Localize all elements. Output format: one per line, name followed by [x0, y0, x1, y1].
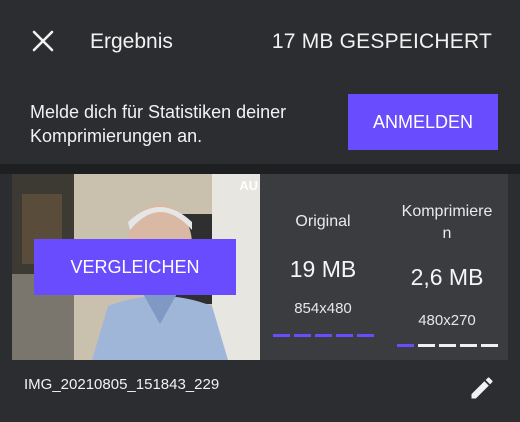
progress-dash [459, 344, 477, 347]
progress-dash [314, 334, 332, 337]
saved-amount: 17 MB GESPEICHERT [271, 30, 492, 53]
compressed-size: 2,6 MB [410, 264, 484, 290]
compressed-label-line2: n [442, 225, 452, 242]
progress-dash [438, 344, 456, 347]
page-title: Ergebnis [90, 30, 173, 53]
original-resolution: 854x480 [294, 300, 352, 317]
close-button[interactable] [30, 28, 56, 54]
progress-dash [335, 334, 353, 337]
compressed-label-line1: Komprimiere [401, 203, 493, 220]
original-label: Original [295, 213, 351, 230]
result-card: AU VERGLEICHEN Original 19 MB 854x480 Ko… [12, 174, 508, 360]
login-button[interactable]: ANMELDEN [348, 94, 498, 150]
divider [0, 164, 520, 174]
progress-dash [272, 334, 290, 337]
video-thumbnail[interactable]: AU VERGLEICHEN [12, 174, 260, 360]
progress-dash [356, 334, 374, 337]
compressed-progress [386, 344, 508, 348]
progress-dash [396, 344, 414, 347]
edit-button[interactable] [468, 374, 496, 402]
close-icon [32, 30, 54, 52]
thumbnail-corner-text: AU [239, 178, 258, 193]
original-progress [260, 334, 386, 338]
progress-dash [480, 344, 498, 347]
pencil-icon [471, 377, 493, 399]
compare-button[interactable]: VERGLEICHEN [34, 239, 236, 295]
original-stats: Original 19 MB 854x480 [260, 174, 386, 360]
signin-banner: Melde dich für Statistiken deiner Kompri… [0, 84, 520, 164]
compressed-stats: Komprimiere n 2,6 MB 480x270 [386, 174, 508, 360]
original-size: 19 MB [289, 256, 357, 282]
compressed-resolution: 480x270 [418, 312, 476, 329]
file-bar: IMG_20210805_151843_229 [12, 360, 508, 416]
progress-dash [293, 334, 311, 337]
top-bar: Ergebnis 17 MB GESPEICHERT [0, 0, 520, 84]
file-name: IMG_20210805_151843_229 [24, 376, 220, 393]
banner-message: Melde dich für Statistiken deiner Kompri… [30, 102, 287, 146]
progress-dash [417, 344, 435, 347]
